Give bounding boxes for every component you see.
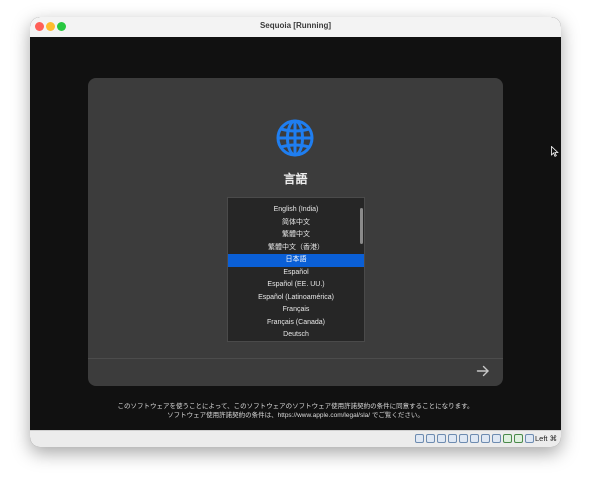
vm-window: Sequoia [Running] 言語 English (India) 简体中… [30,17,561,447]
vm-status-bar: Left ⌘ [30,430,561,447]
list-scrollbar[interactable] [360,208,363,244]
vm-screen[interactable]: 言語 English (India) 简体中文 繁體中文 繁體中文（香港） 日本… [30,37,561,430]
display-icon[interactable] [481,434,490,443]
language-option[interactable]: Deutsch [228,329,364,341]
video-capture-icon[interactable] [492,434,501,443]
globe-icon [276,119,314,157]
license-terms-line-2: ソフトウェア使用許諾契約の条件は、https://www.apple.com/l… [167,412,424,419]
language-option[interactable]: English (India) [228,204,364,217]
virtualization-icon[interactable] [514,434,523,443]
language-option[interactable]: 繁體中文 [228,229,364,242]
language-option[interactable]: Français (Canada) [228,317,364,330]
title-bar: Sequoia [Running] [30,17,561,38]
optical-drive-icon[interactable] [426,434,435,443]
language-option[interactable]: 繁體中文（香港） [228,242,364,255]
window-title: Sequoia [Running] [259,21,332,30]
cpu-icon[interactable] [503,434,512,443]
language-list[interactable]: English (India) 简体中文 繁體中文 繁體中文（香港） 日本語 E… [227,197,365,342]
mouse-pointer-icon [551,146,559,157]
next-arrow-button[interactable] [476,364,490,378]
hard-disk-icon[interactable] [415,434,424,443]
language-option[interactable]: Español [228,267,364,280]
setup-panel: 言語 English (India) 简体中文 繁體中文 繁體中文（香港） 日本… [88,78,503,386]
language-option[interactable]: Español (EE. UU.) [228,279,364,292]
host-key-label: Left ⌘ [535,434,558,443]
language-heading: 言語 [283,172,308,186]
audio-icon[interactable] [437,434,446,443]
language-option[interactable]: Español (Latinoamérica) [228,292,364,305]
language-option[interactable]: Français [228,304,364,317]
panel-divider [88,358,503,359]
device-icons [415,434,534,445]
shared-folder-icon[interactable] [470,434,479,443]
mouse-integration-icon[interactable] [525,434,534,443]
network-icon[interactable] [448,434,457,443]
usb-icon[interactable] [459,434,468,443]
language-option-selected[interactable]: 日本語 [228,254,364,267]
language-option[interactable]: 简体中文 [228,217,364,230]
